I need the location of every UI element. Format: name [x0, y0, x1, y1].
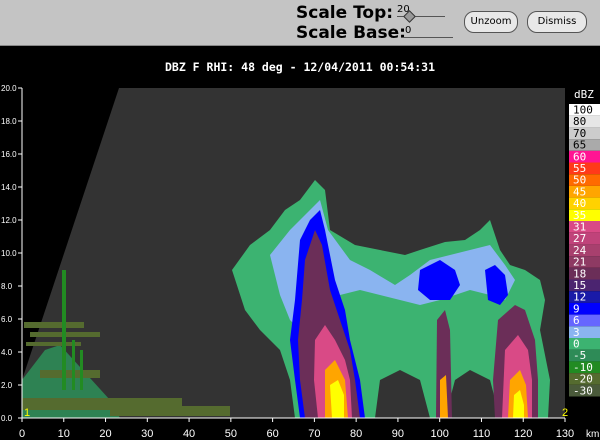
- marker-1: 1: [24, 407, 30, 419]
- scale-base-value: 0: [405, 25, 412, 36]
- y-tick-label: 12.0: [1, 216, 17, 225]
- y-tick-label: 4.0: [1, 348, 13, 357]
- x-tick-label: 120: [514, 428, 532, 440]
- y-tick-label: 20.0: [1, 84, 17, 93]
- y-axis-ticks: 0.0 2.0 4.0 6.0 8.0 10.0 12.0 14.0 16.0 18.0 20.0: [1, 84, 22, 423]
- x-tick-label: 10: [58, 428, 70, 440]
- x-tick-label: 90: [392, 428, 404, 440]
- legend-label: -30: [573, 384, 593, 397]
- y-tick-label: 0.0: [1, 414, 13, 423]
- y-tick-label: 14.0: [1, 183, 17, 192]
- y-tick-label: 6.0: [1, 315, 13, 324]
- y-tick-label: 16.0: [1, 150, 17, 159]
- scale-base-slider[interactable]: [401, 37, 453, 38]
- x-tick-label: 130: [556, 428, 574, 440]
- x-axis-ticks: 0 10 20 30 40 50 60 70 80 90 100 110 120 130 km: [19, 418, 599, 440]
- x-tick-label: 30: [141, 428, 153, 440]
- y-tick-label: 2.0: [1, 381, 13, 390]
- scale-base-label: Scale Base:: [296, 23, 406, 43]
- y-tick-label: 10.0: [1, 249, 17, 258]
- x-axis-unit: km: [586, 429, 599, 440]
- rhi-plot: 0 10 20 30 40 50 60 70 80 90 100 110 120 130 km 0.0 2.0…: [1, 84, 600, 440]
- x-tick-label: 20: [99, 428, 111, 440]
- marker-2: 2: [562, 407, 568, 419]
- x-tick-label: 70: [308, 428, 320, 440]
- x-tick-label: 0: [19, 428, 25, 440]
- plot-title: DBZ F RHI: 48 deg - 12/04/2011 00:54:31: [164, 60, 436, 74]
- dismiss-button[interactable]: Dismiss: [527, 11, 587, 33]
- unzoom-button[interactable]: Unzoom: [464, 11, 518, 33]
- x-tick-label: 100: [431, 428, 449, 440]
- y-tick-label: 8.0: [1, 282, 13, 291]
- x-tick-label: 50: [225, 428, 237, 440]
- x-tick-label: 40: [183, 428, 195, 440]
- scale-top-label: Scale Top:: [296, 3, 394, 23]
- toolbar: Scale Top: 20 Scale Base: 0 Unzoom Dismi…: [0, 0, 600, 46]
- x-tick-label: 110: [473, 428, 491, 440]
- x-tick-label: 80: [350, 428, 362, 440]
- legend-unit: dBZ: [574, 88, 594, 101]
- x-tick-label: 60: [266, 428, 278, 440]
- legend: 100807065605550454035312724211815129630-…: [569, 104, 600, 397]
- y-tick-label: 18.0: [1, 117, 17, 126]
